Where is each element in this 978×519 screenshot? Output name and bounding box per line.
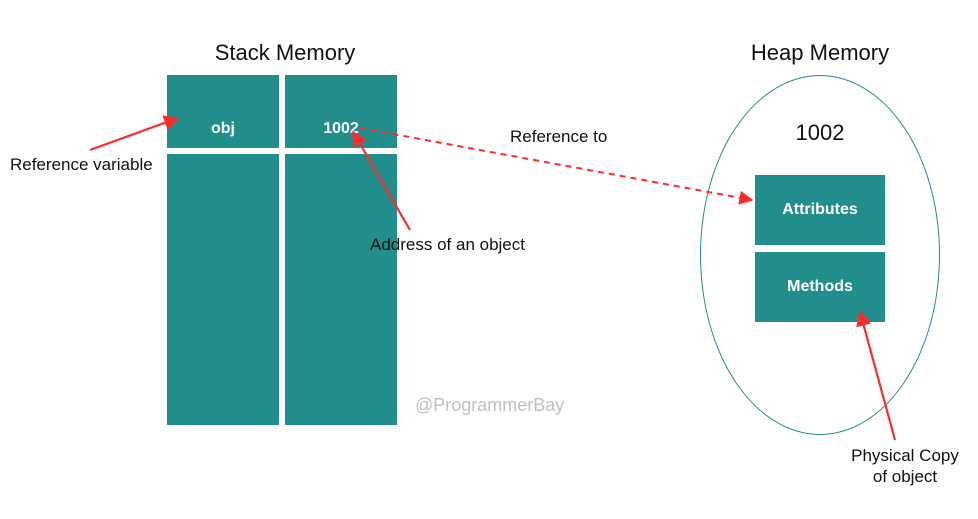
heap-methods-block: Methods xyxy=(755,252,885,322)
heap-methods-label: Methods xyxy=(787,278,853,296)
arrow-reference-variable xyxy=(90,118,178,150)
heap-attributes-block: Attributes xyxy=(755,175,885,245)
label-physical-copy-line2: of object xyxy=(840,466,970,487)
label-reference-to: Reference to xyxy=(510,127,607,147)
stack-horizontal-separator xyxy=(167,148,397,154)
heap-attributes-label: Attributes xyxy=(782,201,858,219)
watermark: @ProgrammerBay xyxy=(415,395,564,416)
label-physical-copy: Physical Copy of object xyxy=(840,445,970,488)
heap-title: Heap Memory xyxy=(720,40,920,66)
stack-variable-name: obj xyxy=(167,120,279,138)
label-address-of-object: Address of an object xyxy=(370,235,525,255)
stack-address-value: 1002 xyxy=(285,120,397,138)
label-physical-copy-line1: Physical Copy xyxy=(840,445,970,466)
label-reference-variable: Reference variable xyxy=(10,155,153,175)
stack-title: Stack Memory xyxy=(170,40,400,66)
heap-address: 1002 xyxy=(755,120,885,146)
